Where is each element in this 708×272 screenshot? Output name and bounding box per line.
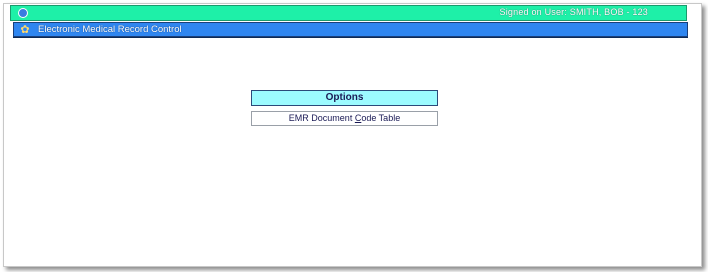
option-emr-document-code-table[interactable]: EMR Document Code Table [251,111,438,126]
signed-on-user-text: Signed on User: SMITH, BOB - 123 [499,7,648,17]
option-label-prefix: EMR Document [288,113,355,123]
option-label-suffix: ode Table [361,113,401,123]
page-title: Electronic Medical Record Control [38,24,182,35]
title-bar: ✿ Electronic Medical Record Control [13,22,688,37]
gear-icon[interactable]: ✿ [19,24,31,36]
options-header: Options [251,90,438,106]
status-bar: Signed on User: SMITH, BOB - 123 [10,5,687,21]
window-frame [3,3,702,267]
home-icon[interactable] [18,8,28,18]
